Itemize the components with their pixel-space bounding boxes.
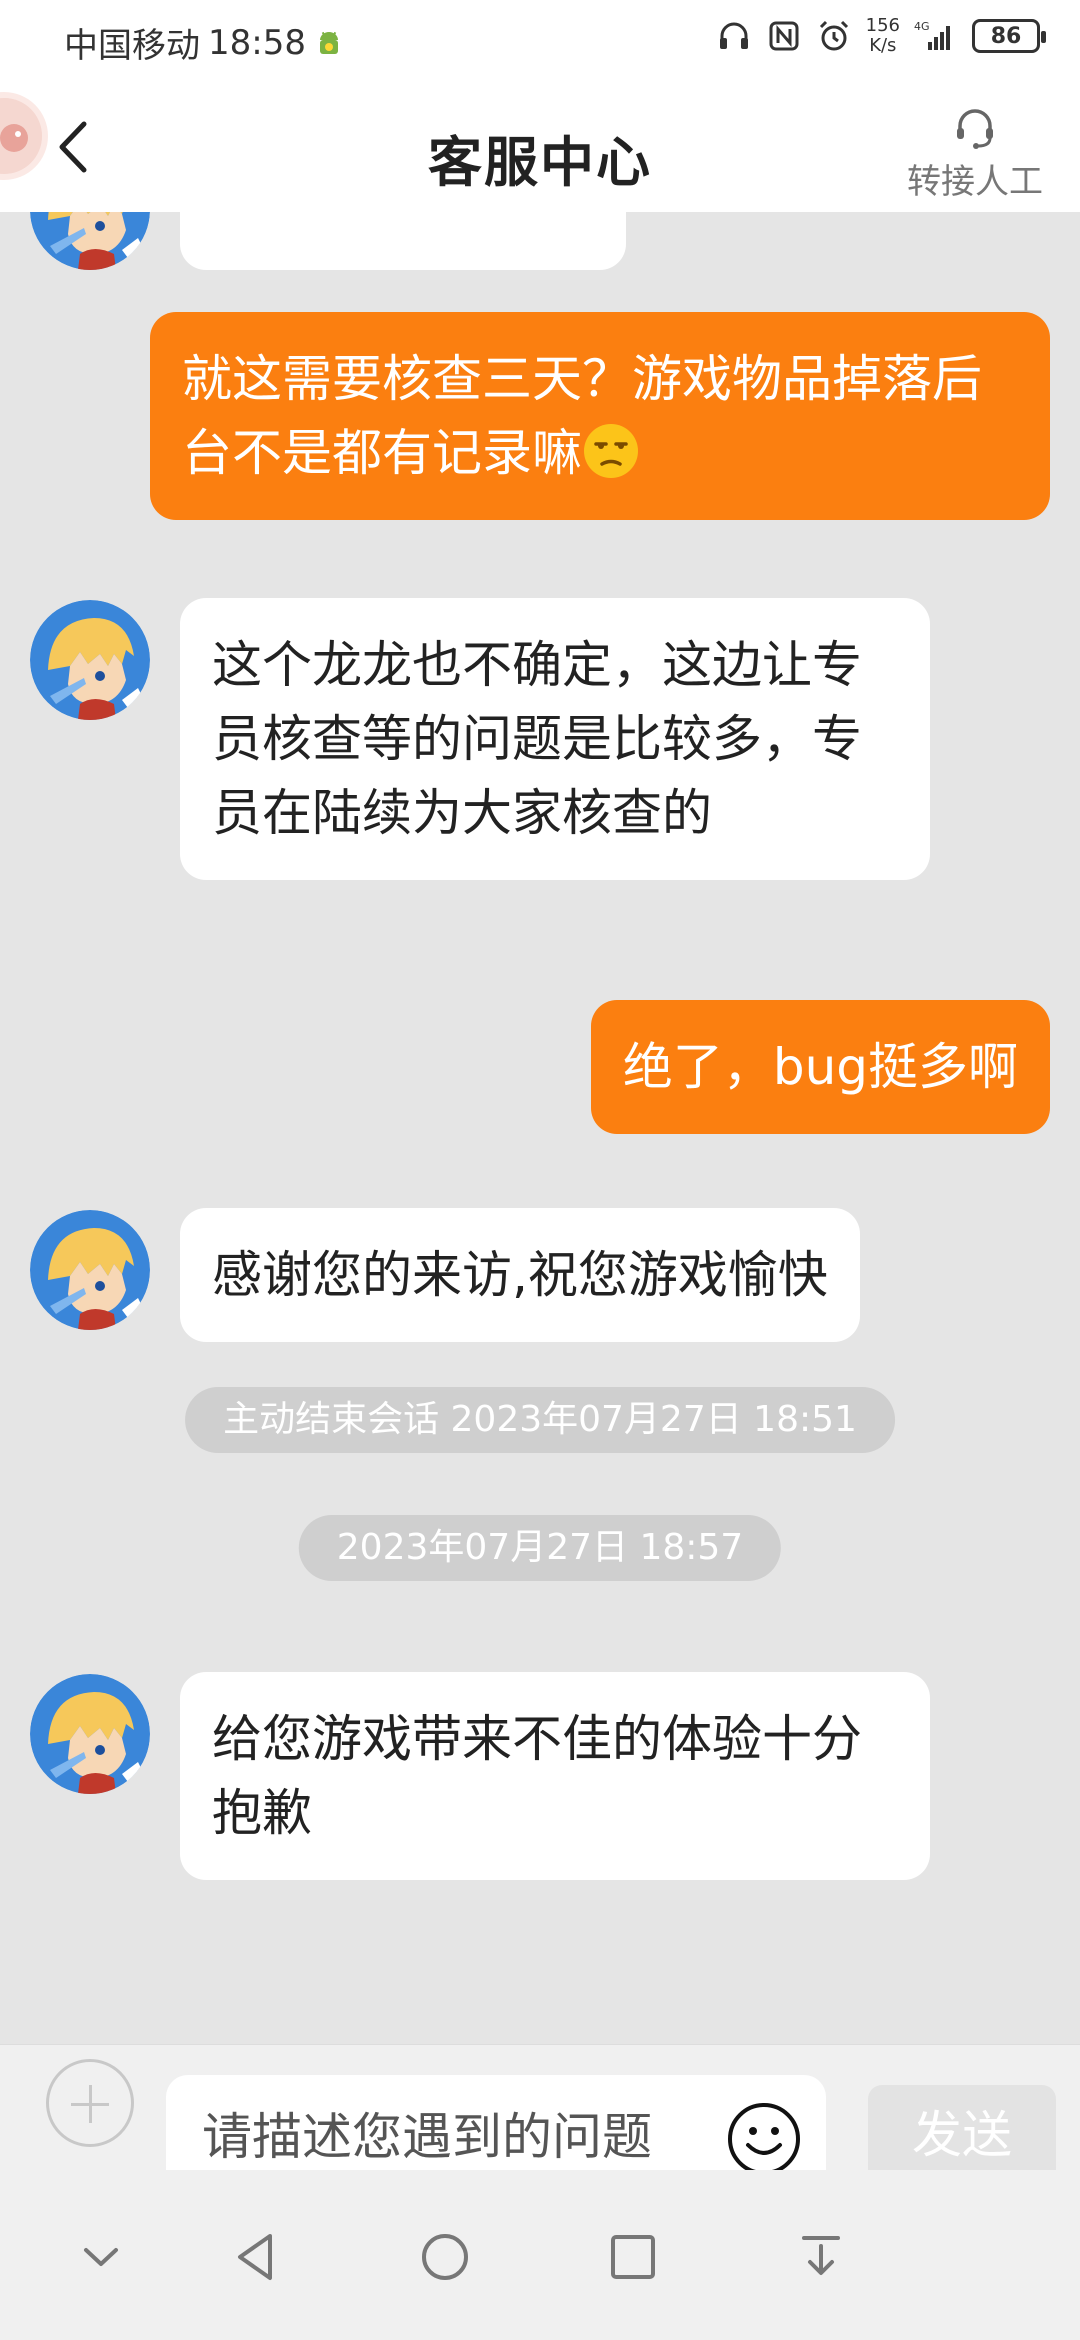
- status-bar: 中国移动 18:58 156 K/s 4G 86: [0, 0, 1080, 82]
- chevron-down-icon[interactable]: [66, 2222, 136, 2292]
- message-text: 感谢您的来访,祝您游戏愉快: [212, 1246, 828, 1304]
- chat-area[interactable]: 就这需要核查三天？游戏物品掉落后台不是都有记录嘛 这个龙龙也不确定，这边让专员核…: [0, 212, 1080, 2042]
- nfc-icon: [769, 21, 799, 51]
- back-triangle-icon[interactable]: [222, 2222, 292, 2292]
- message-bubble-agent: 感谢您的来访,祝您游戏愉快: [180, 1208, 860, 1342]
- alarm-icon: [819, 20, 848, 51]
- home-circle-icon[interactable]: [410, 2222, 480, 2292]
- svg-text:4G: 4G: [914, 20, 930, 33]
- message-text: 给您游戏带来不佳的体验十分抱歉: [212, 1710, 862, 1842]
- network-speed: 156 K/s: [866, 16, 900, 56]
- carrier-name: 中国移动: [64, 26, 200, 66]
- network-speed-value: 156: [865, 15, 900, 36]
- message-bubble-user: 绝了，bug挺多啊: [590, 1000, 1050, 1134]
- session-ended-notice: 主动结束会话 2023年07月27日 18:51: [185, 1387, 895, 1453]
- message-bubble-agent-partial: [180, 212, 626, 270]
- emoji-button-icon[interactable]: [726, 2101, 802, 2177]
- message-input-placeholder: 请描述您遇到的问题: [202, 2108, 652, 2166]
- clock-time: 18:58: [208, 22, 306, 63]
- add-attachment-button[interactable]: [46, 2059, 134, 2147]
- headset-icon: [957, 109, 993, 149]
- headphones-icon: [719, 22, 748, 49]
- battery-indicator: 86: [972, 19, 1046, 53]
- transfer-to-human-button[interactable]: 转接人工: [900, 102, 1050, 203]
- network-speed-unit: K/s: [869, 35, 897, 56]
- android-debug-icon: [319, 31, 338, 54]
- transfer-label: 转接人工: [907, 162, 1043, 202]
- agent-avatar: [30, 1674, 150, 1794]
- agent-avatar: [30, 600, 150, 720]
- message-text: 绝了，bug挺多啊: [622, 1038, 1018, 1096]
- agent-avatar: [30, 1210, 150, 1330]
- unamused-face-icon: [584, 424, 638, 478]
- message-text: 这个龙龙也不确定，这边让专员核查等的问题是比较多，专员在陆续为大家核查的: [212, 636, 862, 842]
- timestamp-divider: 2023年07月27日 18:57: [298, 1515, 782, 1581]
- recents-square-icon[interactable]: [598, 2222, 668, 2292]
- status-left: 中国移动 18:58: [64, 18, 344, 67]
- battery-level: 86: [990, 23, 1022, 49]
- message-bubble-agent: 这个龙龙也不确定，这边让专员核查等的问题是比较多，专员在陆续为大家核查的: [180, 598, 930, 880]
- status-right: 156 K/s 4G 86: [716, 16, 1046, 56]
- agent-avatar: [30, 212, 150, 270]
- message-bubble-agent: 给您游戏带来不佳的体验十分抱歉: [180, 1672, 930, 1880]
- signal-4g-icon: 4G: [914, 20, 950, 50]
- message-bubble-user: 就这需要核查三天？游戏物品掉落后台不是都有记录嘛: [150, 312, 1050, 520]
- notification-pull-down-icon[interactable]: [786, 2222, 856, 2292]
- system-nav-bar: [0, 2170, 1080, 2340]
- title-bar: 客服中心 转接人工: [0, 82, 1080, 212]
- input-bar: 请描述您遇到的问题 发送: [0, 2044, 1080, 2193]
